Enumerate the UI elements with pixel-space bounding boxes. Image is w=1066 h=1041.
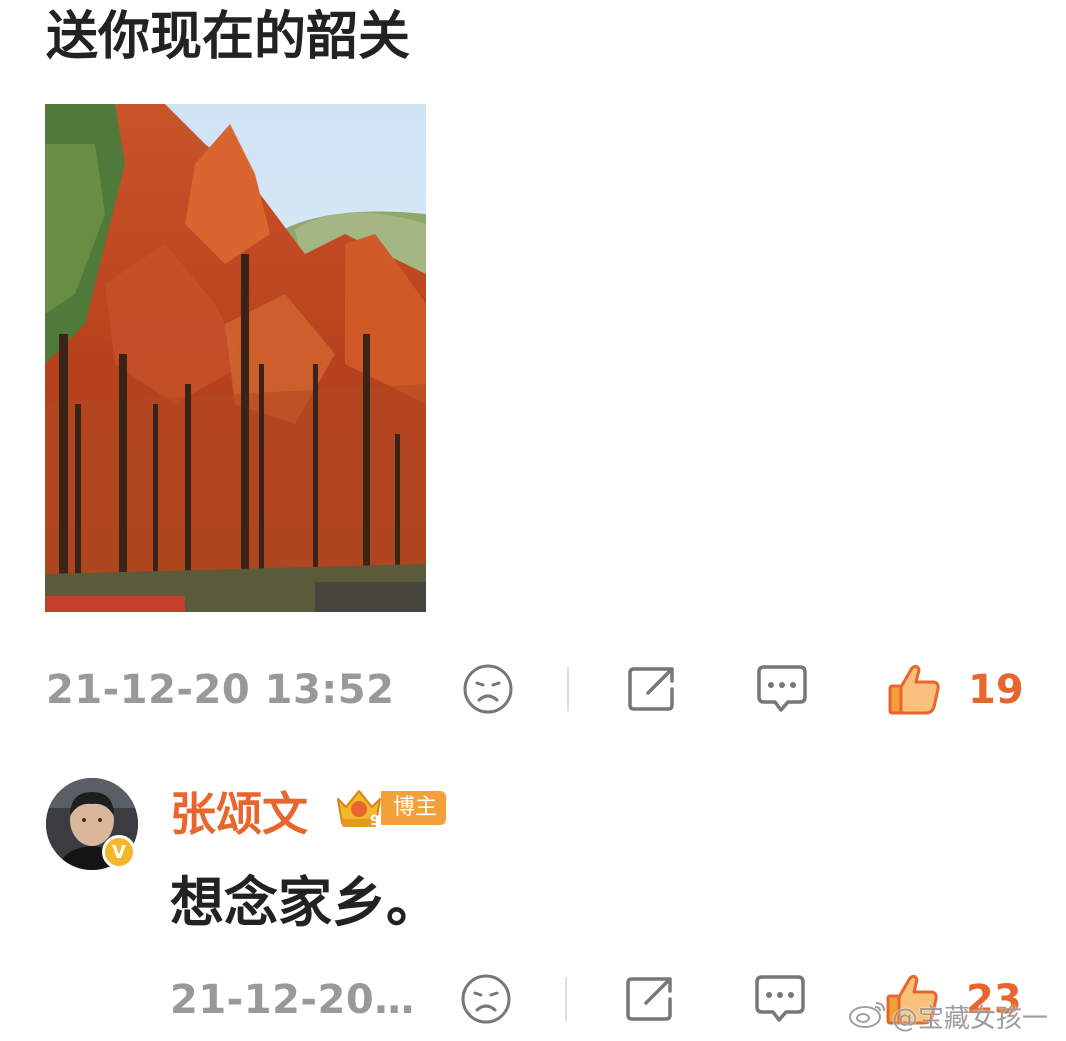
comment-icon[interactable] [752,971,808,1027]
commenter-name[interactable]: 张颂文 [170,778,308,844]
autumn-forest-image [45,104,426,612]
post-action-bar: 21-12-20 13:52 19 [0,655,1066,725]
thumbs-up-icon[interactable] [886,661,942,717]
share-icon[interactable] [624,661,680,717]
svg-text:9: 9 [370,813,380,829]
post-timestamp: 21-12-20 13:52 [46,667,395,713]
action-divider [565,977,567,1021]
sad-face-icon[interactable] [460,661,516,717]
verified-badge: V [102,835,136,869]
blogger-badge: 博主 [381,791,447,825]
post-like-count: 19 [968,667,1024,713]
weibo-post-page: 送你现在的韶关 21-12-20 13:52 19 V 张颂文 9 博主 想念家… [0,0,1066,1041]
share-icon[interactable] [622,971,678,1027]
comment-icon[interactable] [754,661,810,717]
weibo-logo-icon [848,997,888,1036]
crown-level-9-icon: 9 [332,785,386,833]
comment-timestamp: 21-12-20… [170,977,415,1023]
action-divider [567,667,569,711]
watermark-text: @宝藏女孩一 [892,1003,1049,1034]
watermark: @宝藏女孩一 [848,996,1048,1036]
post-text: 送你现在的韶关 [46,7,411,67]
sad-face-icon[interactable] [458,971,514,1027]
comment-text: 想念家乡。 [170,871,440,934]
post-photo[interactable] [45,104,426,612]
